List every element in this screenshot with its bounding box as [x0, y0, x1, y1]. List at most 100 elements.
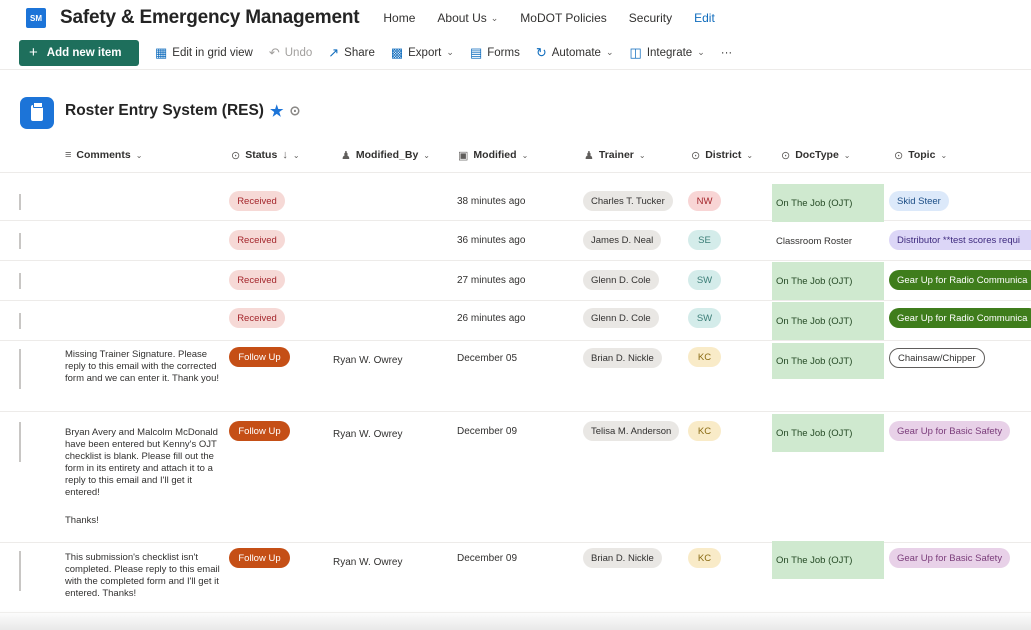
- nav-about-label: About Us: [437, 11, 487, 25]
- trainer-pill[interactable]: Glenn D. Cole: [583, 308, 659, 328]
- nav-modot-policies[interactable]: MoDOT Policies: [520, 11, 606, 25]
- chevron-down-icon: ⌄: [423, 150, 430, 160]
- modified-by-cell[interactable]: Ryan W. Owrey: [333, 355, 402, 366]
- table-row[interactable]: Received 36 minutes ago James D. Neal SE…: [0, 221, 1031, 261]
- status-badge: Received: [229, 270, 285, 290]
- scroll-fade: [0, 610, 1031, 630]
- topic-badge: Gear Up for Radio Communica: [889, 270, 1031, 290]
- doctype-text: On The Job (OJT): [776, 554, 853, 566]
- nav-policies-label: MoDOT Policies: [520, 11, 607, 25]
- column-modified-label: Modified: [473, 149, 517, 161]
- integrate-icon: ◫: [629, 44, 642, 60]
- share-button[interactable]: ↗ Share: [328, 45, 375, 61]
- nav-links: Home About Us ⌄ MoDOT Policies Security E…: [383, 11, 736, 25]
- modified-cell: December 09: [457, 426, 518, 437]
- column-comments[interactable]: ≡ Comments ⌄: [65, 143, 142, 167]
- automate-icon: ↻: [535, 44, 547, 60]
- trainer-pill[interactable]: James D. Neal: [583, 230, 662, 250]
- edit-grid-view-button[interactable]: ▦ Edit in grid view: [155, 45, 253, 61]
- forms-button[interactable]: ▤ Forms: [470, 45, 520, 61]
- comment-cell: Missing Trainer Signature. Please reply …: [65, 349, 220, 384]
- column-doctype[interactable]: ⊙ DocType ⌄: [781, 143, 851, 167]
- chevron-down-icon: ⌄: [746, 150, 754, 160]
- modified-cell: December 05: [457, 353, 518, 364]
- topic-badge: Gear Up for Basic Safety: [889, 548, 1011, 568]
- modified-by-cell[interactable]: Ryan W. Owrey: [333, 429, 402, 440]
- modified-by-cell[interactable]: Ryan W. Owrey: [333, 557, 402, 568]
- integrate-button[interactable]: ◫ Integrate ⌄: [630, 45, 705, 61]
- trainer-pill[interactable]: Glenn D. Cole: [583, 270, 659, 290]
- check-circle-icon[interactable]: ⊙: [289, 103, 300, 119]
- list-title: Roster Entry System (RES) ★ ⊙: [65, 102, 300, 120]
- automate-button[interactable]: ↻ Automate ⌄: [536, 45, 614, 61]
- favorite-star-icon[interactable]: ★: [270, 102, 283, 120]
- chevron-down-icon: ⌄: [446, 47, 454, 57]
- row-selector[interactable]: [19, 422, 21, 462]
- table-row[interactable]: This submission's checklist isn't comple…: [0, 541, 1031, 613]
- column-status[interactable]: ⊙ Status ↓ ⌄: [231, 143, 300, 167]
- status-badge: Follow Up: [229, 347, 290, 367]
- modified-cell: 26 minutes ago: [457, 313, 526, 324]
- chevron-down-icon: ⌄: [292, 150, 300, 160]
- table-row[interactable]: Received 38 minutes ago Charles T. Tucke…: [0, 182, 1031, 222]
- column-district[interactable]: ⊙ District ⌄: [691, 143, 753, 167]
- chevron-down-icon: ⌄: [843, 150, 851, 160]
- nav-about-us[interactable]: About Us ⌄: [437, 11, 498, 25]
- export-button[interactable]: ▩ Export ⌄: [391, 45, 454, 61]
- chevron-down-icon: ⌄: [638, 150, 646, 160]
- column-topic-label: Topic: [908, 149, 936, 161]
- undo-button[interactable]: ↶ Undo: [269, 45, 312, 61]
- edit-grid-label: Edit in grid view: [172, 46, 253, 59]
- calendar-icon: ▣: [458, 149, 469, 162]
- chevron-down-icon: ⌄: [940, 150, 948, 160]
- nav-security[interactable]: Security: [629, 11, 672, 25]
- top-nav: SM Safety & Emergency Management Home Ab…: [0, 0, 1031, 36]
- column-modified-by[interactable]: ♟ Modified_By ⌄: [341, 143, 430, 167]
- trainer-pill[interactable]: Brian D. Nickle: [583, 348, 662, 368]
- nav-home[interactable]: Home: [383, 11, 415, 25]
- person-icon: ♟: [584, 149, 594, 162]
- share-icon: ↗: [328, 44, 340, 60]
- site-title[interactable]: Safety & Emergency Management: [60, 7, 360, 29]
- status-badge: Follow Up: [229, 421, 290, 441]
- column-comments-label: Comments: [76, 149, 131, 161]
- district-badge: KC: [688, 548, 721, 568]
- doctype-cell: Classroom Roster: [776, 236, 853, 247]
- nav-edit-label: Edit: [694, 11, 715, 25]
- row-selector[interactable]: [19, 551, 21, 591]
- integrate-label: Integrate: [646, 46, 693, 59]
- row-selector[interactable]: [19, 349, 21, 389]
- more-button[interactable]: ···: [721, 47, 733, 59]
- site-logo[interactable]: SM: [26, 8, 46, 28]
- column-topic[interactable]: ⊙ Topic ⌄: [894, 143, 947, 167]
- doctype-cell: On The Job (OJT): [772, 343, 884, 379]
- plus-icon: +: [29, 44, 38, 61]
- row-selector[interactable]: [19, 273, 21, 289]
- command-bar: + Add new item ▦ Edit in grid view ↶ Undo …: [0, 36, 1031, 70]
- row-selector[interactable]: [19, 313, 21, 329]
- topic-badge: Gear Up for Basic Safety: [889, 421, 1011, 441]
- header-divider: [0, 172, 1031, 173]
- trainer-pill[interactable]: Brian D. Nickle: [583, 548, 662, 568]
- table-row[interactable]: Bryan Avery and Malcolm McDonald have be…: [0, 412, 1031, 543]
- column-modified[interactable]: ▣ Modified ⌄: [458, 143, 528, 167]
- nav-edit[interactable]: Edit: [694, 11, 715, 25]
- table-row[interactable]: Missing Trainer Signature. Please reply …: [0, 341, 1031, 412]
- forms-label: Forms: [487, 46, 520, 59]
- status-badge: Received: [229, 230, 285, 250]
- list-title-text: Roster Entry System (RES): [65, 102, 264, 119]
- column-trainer-label: Trainer: [598, 149, 634, 161]
- trainer-pill[interactable]: Charles T. Tucker: [583, 191, 673, 211]
- topic-badge: Gear Up for Radio Communica: [889, 308, 1031, 328]
- table-row[interactable]: Received 26 minutes ago Glenn D. Cole SW…: [0, 301, 1031, 341]
- row-selector[interactable]: [19, 194, 21, 210]
- topic-badge: Chainsaw/Chipper: [889, 348, 985, 368]
- column-modified-by-label: Modified_By: [355, 149, 419, 161]
- row-selector[interactable]: [19, 233, 21, 249]
- table-row[interactable]: Received 27 minutes ago Glenn D. Cole SW…: [0, 261, 1031, 301]
- nav-security-label: Security: [628, 11, 673, 25]
- doctype-cell: On The Job (OJT): [772, 302, 884, 340]
- column-trainer[interactable]: ♟ Trainer ⌄: [584, 143, 646, 167]
- trainer-pill[interactable]: Telisa M. Anderson: [583, 421, 680, 441]
- add-new-item-button[interactable]: + Add new item: [19, 39, 139, 66]
